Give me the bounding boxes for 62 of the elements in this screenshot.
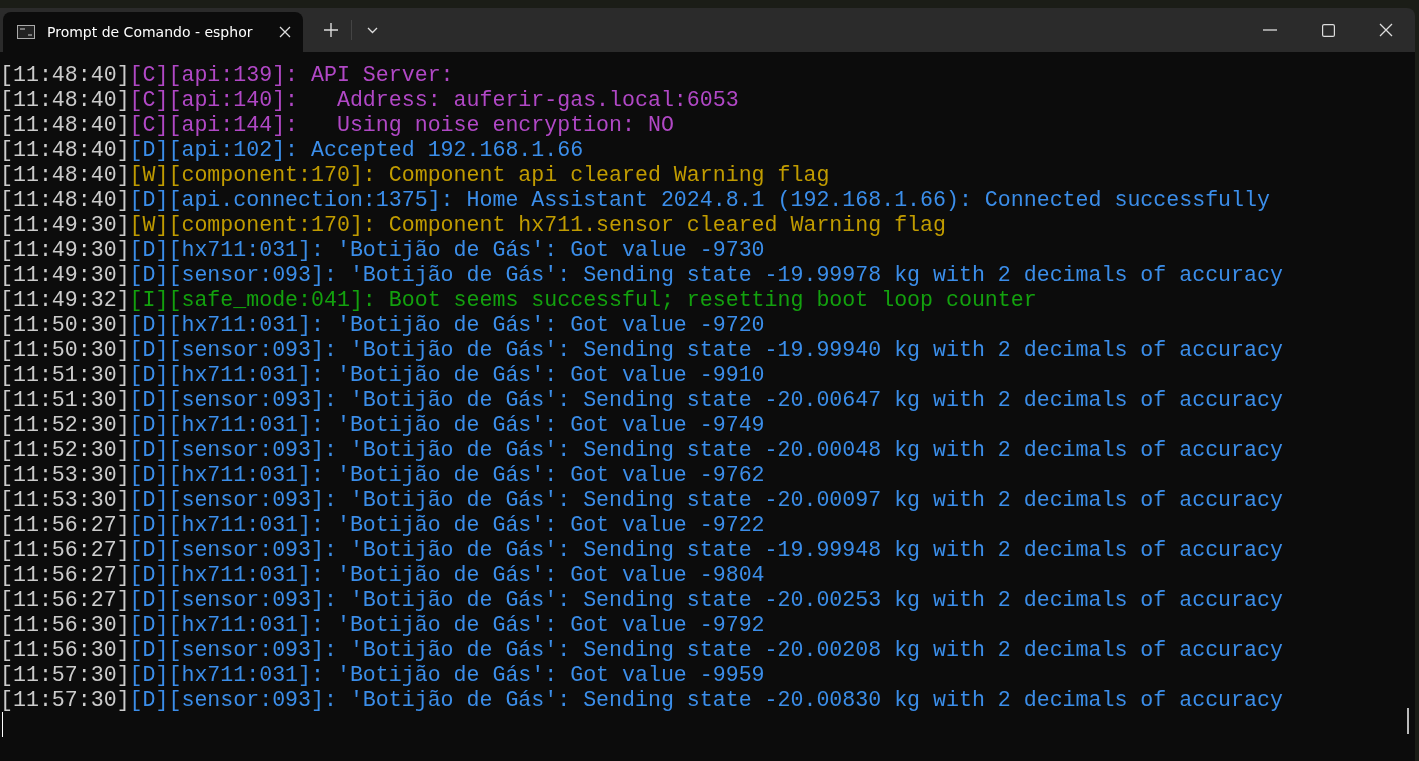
log-message: [D][sensor:093]: 'Botijão de Gás': Sending state -19.99940 kg with 2 decimals of accuracy bbox=[129, 337, 1283, 362]
log-message: [D][sensor:093]: 'Botijão de Gás': Sending state -19.99948 kg with 2 decimals of accuracy bbox=[129, 537, 1283, 562]
log-message: [D][sensor:093]: 'Botijão de Gás': Sending state -20.00830 kg with 2 decimals of accuracy bbox=[129, 687, 1283, 712]
log-message: [D][hx711:031]: 'Botijão de Gás': Got value -9959 bbox=[129, 662, 765, 687]
log-timestamp: [11:48:40] bbox=[0, 87, 130, 112]
log-message: [W][component:170]: Component hx711.sensor cleared Warning flag bbox=[129, 212, 946, 237]
scrollbar-thumb[interactable] bbox=[1407, 708, 1409, 734]
log-timestamp: [11:53:30] bbox=[0, 462, 130, 487]
log-message: [D][api:102]: Accepted 192.168.1.66 bbox=[129, 137, 584, 162]
maximize-icon[interactable] bbox=[1321, 23, 1335, 37]
log-timestamp: [11:56:30] bbox=[0, 637, 130, 662]
log-message: [D][hx711:031]: 'Botijão de Gás': Got value -9749 bbox=[129, 412, 765, 437]
log-message: [C][api:139]: API Server: bbox=[129, 62, 454, 87]
log-message: [C][api:140]: Address: auferir-gas.local:6053 bbox=[129, 87, 739, 112]
log-timestamp: [11:48:40] bbox=[0, 187, 130, 212]
text-cursor bbox=[2, 712, 3, 737]
log-message: [D][sensor:093]: 'Botijão de Gás': Sending state -20.00253 kg with 2 decimals of accuracy bbox=[129, 587, 1283, 612]
terminal-icon bbox=[17, 25, 35, 39]
log-timestamp: [11:50:30] bbox=[0, 312, 130, 337]
dropdown-chevron-icon[interactable] bbox=[366, 26, 378, 34]
log-timestamp: [11:57:30] bbox=[0, 662, 130, 687]
log-message: [D][hx711:031]: 'Botijão de Gás': Got value -9722 bbox=[129, 512, 765, 537]
log-timestamp: [11:53:30] bbox=[0, 487, 130, 512]
log-timestamp: [11:56:27] bbox=[0, 562, 130, 587]
log-timestamp: [11:57:30] bbox=[0, 687, 130, 712]
log-timestamp: [11:48:40] bbox=[0, 162, 130, 187]
log-message: [D][sensor:093]: 'Botijão de Gás': Sending state -20.00208 kg with 2 decimals of accuracy bbox=[129, 637, 1283, 662]
log-timestamp: [11:48:40] bbox=[0, 62, 130, 87]
log-timestamp: [11:48:40] bbox=[0, 137, 130, 162]
log-message: [W][component:170]: Component api cleared Warning flag bbox=[129, 162, 830, 187]
log-timestamp: [11:49:32] bbox=[0, 287, 130, 312]
log-message: [D][hx711:031]: 'Botijão de Gás': Got value -9804 bbox=[129, 562, 765, 587]
log-timestamp: [11:56:27] bbox=[0, 512, 130, 537]
log-message: [D][hx711:031]: 'Botijão de Gás': Got value -9762 bbox=[129, 462, 765, 487]
log-message: [D][sensor:093]: 'Botijão de Gás': Sending state -20.00048 kg with 2 decimals of accuracy bbox=[129, 437, 1283, 462]
log-message: [D][hx711:031]: 'Botijão de Gás': Got value -9730 bbox=[129, 237, 765, 262]
log-message: [D][api.connection:1375]: Home Assistant 2024.8.1 (192.168.1.66): Connected successfully bbox=[129, 187, 1270, 212]
log-timestamp: [11:56:27] bbox=[0, 537, 130, 562]
log-timestamp: [11:48:40] bbox=[0, 112, 130, 137]
log-message: [D][hx711:031]: 'Botijão de Gás': Got value -9910 bbox=[129, 362, 765, 387]
log-timestamp: [11:49:30] bbox=[0, 237, 130, 262]
log-message: [I][safe_mode:041]: Boot seems successful; resetting boot loop counter bbox=[129, 287, 1037, 312]
log-message: [D][hx711:031]: 'Botijão de Gás': Got value -9792 bbox=[129, 612, 765, 637]
log-message: [D][hx711:031]: 'Botijão de Gás': Got value -9720 bbox=[129, 312, 765, 337]
log-timestamp: [11:56:30] bbox=[0, 612, 130, 637]
log-timestamp: [11:51:30] bbox=[0, 362, 130, 387]
close-icon[interactable] bbox=[1379, 23, 1393, 37]
log-message: [C][api:144]: Using noise encryption: NO bbox=[129, 112, 674, 137]
tab-title: Prompt de Comando - esphor bbox=[47, 24, 254, 40]
log-message: [D][sensor:093]: 'Botijão de Gás': Sending state -19.99978 kg with 2 decimals of accuracy bbox=[129, 262, 1283, 287]
log-timestamp: [11:52:30] bbox=[0, 412, 130, 437]
new-tab-icon[interactable] bbox=[324, 23, 338, 37]
log-timestamp: [11:50:30] bbox=[0, 337, 130, 362]
log-timestamp: [11:56:27] bbox=[0, 587, 130, 612]
log-message: [D][sensor:093]: 'Botijão de Gás': Sending state -20.00647 kg with 2 decimals of accuracy bbox=[129, 387, 1283, 412]
log-timestamp: [11:52:30] bbox=[0, 437, 130, 462]
close-icon[interactable] bbox=[279, 26, 291, 38]
log-timestamp: [11:49:30] bbox=[0, 212, 130, 237]
terminal-tab[interactable]: Prompt de Comando - esphor bbox=[3, 12, 303, 52]
log-timestamp: [11:51:30] bbox=[0, 387, 130, 412]
log-message: [D][sensor:093]: 'Botijão de Gás': Sending state -20.00097 kg with 2 decimals of accuracy bbox=[129, 487, 1283, 512]
log-timestamp: [11:49:30] bbox=[0, 262, 130, 287]
